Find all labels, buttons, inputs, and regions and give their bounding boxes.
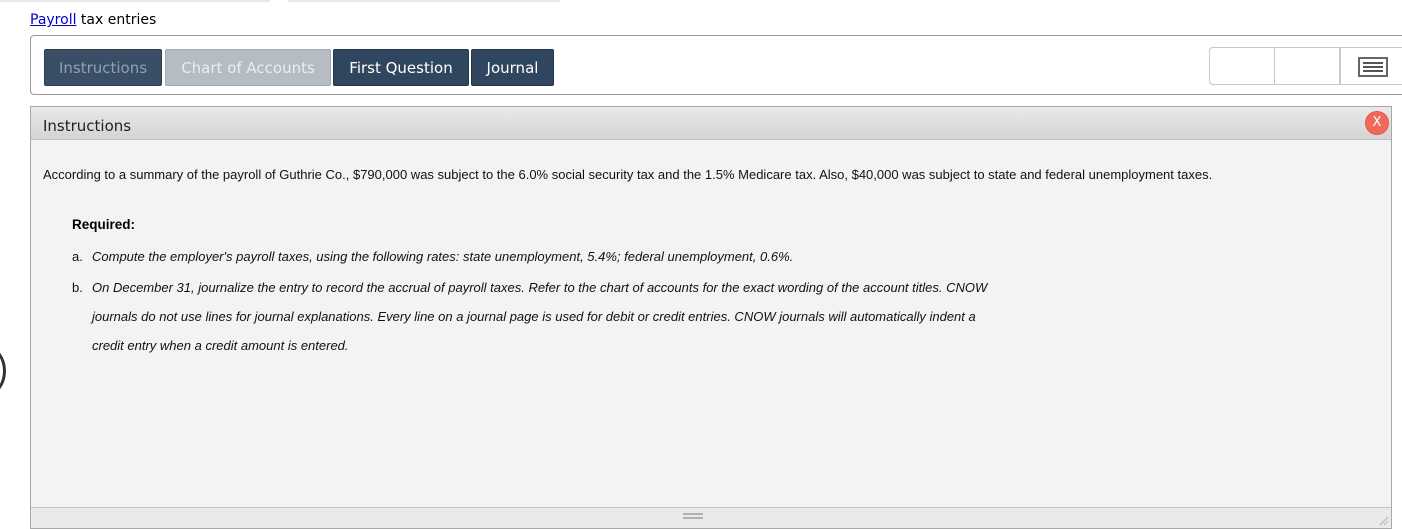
tab-chart-of-accounts[interactable]: Chart of Accounts: [165, 49, 331, 86]
close-icon: X: [1372, 115, 1382, 130]
requirement-text: On December 31, journalize the entry to …: [92, 280, 988, 353]
toolbar-button-blank-1[interactable]: [1209, 47, 1275, 85]
top-tab-strip: [0, 0, 1402, 4]
tab-journal[interactable]: Journal: [471, 49, 554, 86]
panel-title: Instructions: [43, 117, 132, 135]
requirement-a: a. Compute the employer's payroll taxes, …: [72, 242, 793, 271]
close-button[interactable]: X: [1365, 111, 1389, 135]
requirement-letter: b.: [72, 280, 83, 295]
required-heading: Required:: [72, 217, 136, 232]
menu-icon: [1358, 57, 1388, 77]
tab-first-question[interactable]: First Question: [333, 49, 469, 86]
requirement-b: b. On December 31, journalize the entry t…: [72, 273, 1012, 360]
resize-handle-icon[interactable]: [683, 513, 703, 519]
panel-header: Instructions X: [31, 107, 1391, 140]
menu-button[interactable]: [1340, 47, 1402, 85]
tab-instructions[interactable]: Instructions: [44, 49, 162, 86]
toolbar-button-blank-2[interactable]: [1274, 47, 1340, 85]
page-title: Payroll tax entries: [30, 11, 156, 29]
requirement-text: Compute the employer's payroll taxes, us…: [92, 249, 794, 264]
toolbar: Instructions Chart of Accounts First Que…: [30, 35, 1402, 95]
requirement-letter: a.: [72, 249, 83, 264]
instructions-intro: According to a summary of the payroll of…: [43, 167, 1213, 182]
side-nav-circle-icon[interactable]: [0, 346, 6, 396]
corner-resize-icon[interactable]: [1377, 514, 1389, 526]
top-tab-indicator: [288, 0, 560, 2]
page-title-text: tax entries: [76, 12, 157, 28]
panel-footer: [31, 507, 1391, 528]
top-tab-indicator: [0, 0, 270, 2]
instructions-panel: Instructions X According to a summary of…: [30, 106, 1392, 529]
payroll-link[interactable]: Payroll: [30, 12, 76, 28]
